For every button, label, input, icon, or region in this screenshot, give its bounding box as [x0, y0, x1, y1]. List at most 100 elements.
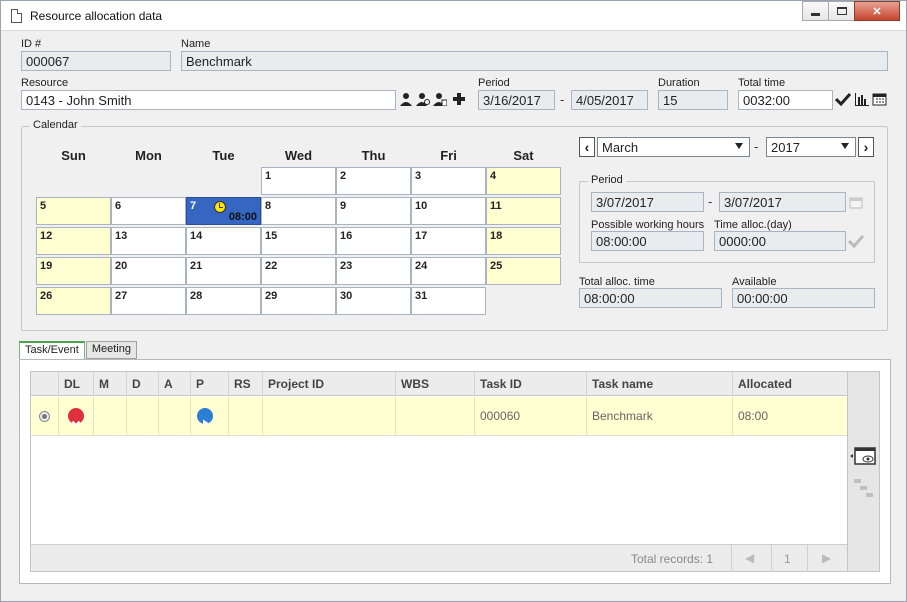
calendar-day-15[interactable]: 15	[261, 227, 336, 255]
calendar-day-10[interactable]: 10	[411, 197, 486, 225]
calendar-day-18[interactable]: 18	[486, 227, 561, 255]
calendar-day-3[interactable]: 3	[411, 167, 486, 195]
day-period-calendar-button[interactable]	[848, 193, 864, 211]
calendar-day-11[interactable]: 11	[486, 197, 561, 225]
calendar-button[interactable]	[871, 90, 887, 108]
column-header-d[interactable]: D	[126, 372, 158, 396]
total-alloc-label: Total alloc. time	[579, 276, 655, 288]
calendar-day-20[interactable]: 20	[111, 257, 186, 285]
column-header-allocated[interactable]: Allocated	[732, 372, 847, 396]
tab-task-event[interactable]: Task/Event	[19, 341, 85, 360]
user-details-button[interactable]	[432, 90, 448, 108]
checkmark-icon	[848, 234, 864, 248]
confirm-button[interactable]	[835, 90, 851, 108]
id-label: ID #	[21, 38, 42, 50]
hierarchy-button[interactable]	[854, 478, 874, 501]
calendar-day-25[interactable]: 25	[486, 257, 561, 285]
calendar-day-number: 28	[190, 290, 203, 302]
calendar-day-number: 30	[340, 290, 353, 302]
time-alloc-day-field: 0000:00	[714, 231, 846, 251]
cell-dl	[58, 397, 93, 436]
calendar-day-5[interactable]: 5	[36, 197, 111, 225]
cell-m	[93, 397, 126, 436]
next-page-icon[interactable]: ▶	[822, 551, 831, 565]
table-row[interactable]: 000060 Benchmark 08:00	[31, 397, 847, 436]
calendar-day-2[interactable]: 2	[336, 167, 411, 195]
play-icon[interactable]	[197, 408, 213, 427]
calendar-day-30[interactable]: 30	[336, 287, 411, 315]
next-month-button[interactable]: ›	[858, 137, 874, 157]
maximize-icon	[836, 7, 847, 15]
cell-allocated: 08:00	[732, 397, 847, 436]
calendar-day-26[interactable]: 26	[36, 287, 111, 315]
calendar-day-31[interactable]: 31	[411, 287, 486, 315]
month-value: March	[602, 140, 639, 155]
total-time-label: Total time	[738, 77, 786, 89]
time-alloc-day-label: Time alloc.(day)	[714, 219, 792, 231]
close-button[interactable]: ✕	[854, 1, 900, 21]
calendar-day-19[interactable]: 19	[36, 257, 111, 285]
calendar-day-7[interactable]: 7 08:00	[186, 197, 261, 225]
calendar-day-17[interactable]: 17	[411, 227, 486, 255]
calendar-day-number: 18	[490, 230, 503, 242]
calendar-day-16[interactable]: 16	[336, 227, 411, 255]
minimize-button[interactable]	[802, 1, 829, 21]
calendar-day-8[interactable]: 8	[261, 197, 336, 225]
search-user-button[interactable]	[415, 90, 431, 108]
select-user-button[interactable]	[398, 90, 414, 108]
previous-page-icon[interactable]: ◀	[745, 551, 754, 565]
column-header-task-id[interactable]: Task ID	[474, 372, 586, 396]
prev-month-button[interactable]: ‹	[579, 137, 595, 157]
calendar-day-number: 5	[40, 200, 47, 212]
calendar-day-4[interactable]: 4	[486, 167, 561, 195]
view-record-button[interactable]	[850, 446, 876, 469]
calendar-day-21[interactable]: 21	[186, 257, 261, 285]
row-select-radio[interactable]	[39, 411, 50, 422]
possible-hours-label: Possible working hours	[591, 219, 705, 231]
calendar-day-24[interactable]: 24	[411, 257, 486, 285]
column-header-wbs[interactable]: WBS	[395, 372, 474, 396]
chart-button[interactable]	[853, 90, 869, 108]
window-title: Resource allocation data	[30, 9, 163, 23]
period-start-field: 3/16/2017	[478, 90, 555, 110]
year-select[interactable]: 2017	[766, 137, 856, 157]
calendar-day-28[interactable]: 28	[186, 287, 261, 315]
column-header-a[interactable]: A	[158, 372, 190, 396]
calendar-day-23[interactable]: 23	[336, 257, 411, 285]
page-number: 1	[784, 552, 791, 566]
calendar-day-6[interactable]: 6	[111, 197, 186, 225]
calendar-day-27[interactable]: 27	[111, 287, 186, 315]
column-header-m[interactable]: M	[93, 372, 126, 396]
calendar-day-12[interactable]: 12	[36, 227, 111, 255]
calendar-day-14[interactable]: 14	[186, 227, 261, 255]
calendar-day-number: 23	[340, 260, 353, 272]
tab-meeting[interactable]: Meeting	[85, 341, 137, 359]
column-header-rs[interactable]: RS	[228, 372, 262, 396]
calendar-day-number: 29	[265, 290, 278, 302]
calendar-day-22[interactable]: 22	[261, 257, 336, 285]
cell-d	[126, 397, 158, 436]
calendar-day-9[interactable]: 9	[336, 197, 411, 225]
column-header-p[interactable]: P	[190, 372, 228, 396]
total-time-field[interactable]: 0032:00	[738, 90, 833, 110]
calendar-day-1[interactable]: 1	[261, 167, 336, 195]
footer-divider	[731, 545, 732, 572]
maximize-button[interactable]	[828, 1, 855, 21]
month-select[interactable]: March	[597, 137, 750, 157]
calendar-day-29[interactable]: 29	[261, 287, 336, 315]
add-resource-button[interactable]	[451, 90, 467, 108]
period-end-field: 4/05/2017	[571, 90, 648, 110]
chevron-down-icon[interactable]	[68, 408, 84, 427]
calendar-day-13[interactable]: 13	[111, 227, 186, 255]
user-search-icon	[416, 93, 430, 106]
calendar-day-number: 1	[265, 170, 272, 182]
column-header-dl[interactable]: DL	[58, 372, 93, 396]
total-alloc-field: 08:00:00	[579, 288, 722, 308]
calendar-day-number: 12	[40, 230, 53, 242]
resource-field[interactable]: 0143 - John Smith	[21, 90, 396, 110]
period-separator: -	[560, 92, 565, 107]
column-header-task-name[interactable]: Task name	[586, 372, 732, 396]
cell-task-id: 000060	[474, 397, 586, 436]
column-header-project-id[interactable]: Project ID	[262, 372, 395, 396]
time-alloc-confirm-button[interactable]	[848, 232, 864, 250]
